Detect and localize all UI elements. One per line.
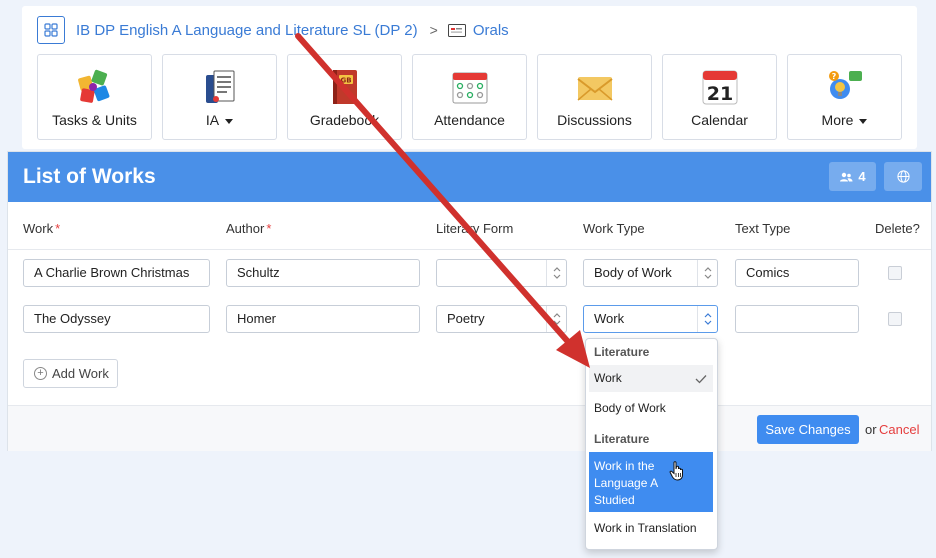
work-type-select[interactable]: Work (583, 305, 718, 333)
column-header-delete: Delete? (875, 221, 920, 236)
tile-more[interactable]: ? More (787, 54, 902, 140)
select-arrows-icon (546, 260, 566, 286)
course-navigation-card: IB DP English A Language and Literature … (22, 6, 917, 149)
tile-label: More (788, 112, 901, 128)
chevron-down-icon (225, 118, 234, 124)
dropdown-group-label: Literature (594, 432, 650, 446)
envelope-icon (576, 77, 613, 101)
orals-icon (447, 23, 466, 37)
chevron-down-icon (859, 118, 868, 124)
text-type-input[interactable] (735, 305, 859, 333)
panel-header: List of Works 4 (8, 152, 931, 202)
checkmark-icon (695, 375, 707, 384)
tile-discussions[interactable]: Discussions (537, 54, 652, 140)
column-header-work-type: Work Type (583, 221, 645, 236)
tile-ia[interactable]: IA (162, 54, 277, 140)
tile-label: Attendance (434, 112, 505, 128)
column-header-work: Work * (23, 221, 61, 236)
dropdown-option-body-of-work[interactable]: Body of Work (589, 395, 713, 422)
tool-tiles: Tasks & Units IA GB Gradebook Attendance… (37, 54, 912, 140)
dropdown-group-label: Literature (594, 345, 650, 359)
calendar-icon: 21 (702, 70, 737, 105)
plus-circle-icon: + (34, 367, 47, 380)
author-input[interactable]: Schultz (226, 259, 420, 287)
delete-checkbox[interactable] (888, 266, 902, 280)
divider (8, 249, 931, 250)
tile-label: Tasks & Units (52, 112, 137, 128)
list-of-works-panel: List of Works 4 Work * Author * Literary F… (7, 151, 932, 451)
svg-text:?: ? (831, 72, 836, 81)
attendance-icon (452, 72, 487, 104)
breadcrumb: IB DP English A Language and Literature … (37, 16, 509, 44)
or-text: or (865, 422, 877, 437)
tile-tasks-units[interactable]: Tasks & Units (37, 54, 152, 140)
tile-gradebook[interactable]: GB Gradebook (287, 54, 402, 140)
column-header-text-type: Text Type (735, 221, 791, 236)
breadcrumb-current[interactable]: Orals (473, 22, 509, 39)
author-input[interactable]: Homer (226, 305, 420, 333)
svg-text:21: 21 (706, 83, 732, 105)
dropdown-option-work-in-language-a[interactable]: Work in the Language A Studied (589, 452, 713, 512)
page-title: List of Works (23, 165, 156, 188)
tile-label: Calendar (691, 112, 748, 128)
dropdown-option-work[interactable]: Work (589, 365, 713, 392)
svg-text:GB: GB (340, 77, 351, 85)
gradebook-icon: GB (332, 70, 357, 104)
more-icon: ? (828, 71, 862, 99)
tile-label: IA (163, 112, 276, 128)
work-type-select[interactable]: Body of Work (583, 259, 718, 287)
member-count: 4 (858, 169, 866, 184)
work-title-input[interactable]: The Odyssey (23, 305, 210, 333)
literary-form-select[interactable] (436, 259, 567, 287)
add-work-button[interactable]: + Add Work (23, 359, 118, 388)
breadcrumb-separator: > (429, 22, 438, 38)
delete-checkbox[interactable] (888, 312, 902, 326)
breadcrumb-course-link[interactable]: IB DP English A Language and Literature … (76, 22, 418, 39)
puzzle-icon (77, 69, 109, 103)
course-grid-icon[interactable] (37, 16, 65, 44)
dropdown-option-work-in-translation[interactable]: Work in Translation (589, 515, 713, 542)
tile-label: Gradebook (309, 112, 380, 128)
globe-icon (896, 170, 910, 183)
column-header-literary-form: Literary Form (436, 221, 514, 236)
users-icon (840, 172, 853, 181)
literary-form-select[interactable]: Poetry (436, 305, 567, 333)
work-type-dropdown: Literature Work Body of Work Literature … (585, 338, 718, 550)
tile-label: Discussions (557, 112, 632, 128)
hand-cursor-icon (669, 461, 683, 481)
cancel-link[interactable]: Cancel (879, 422, 919, 437)
members-button[interactable]: 4 (829, 162, 876, 191)
form-footer: Save Changes or Cancel (8, 405, 931, 451)
column-header-author: Author * (226, 221, 272, 236)
tile-attendance[interactable]: Attendance (412, 54, 527, 140)
select-arrows-icon (546, 306, 566, 332)
language-button[interactable] (884, 162, 922, 191)
ia-document-icon (205, 70, 234, 103)
select-arrows-icon (697, 260, 717, 286)
text-type-input[interactable]: Comics (735, 259, 859, 287)
tile-calendar[interactable]: 21 Calendar (662, 54, 777, 140)
save-changes-button[interactable]: Save Changes (757, 415, 859, 444)
work-title-input[interactable]: A Charlie Brown Christmas (23, 259, 210, 287)
select-arrows-icon (697, 306, 717, 332)
